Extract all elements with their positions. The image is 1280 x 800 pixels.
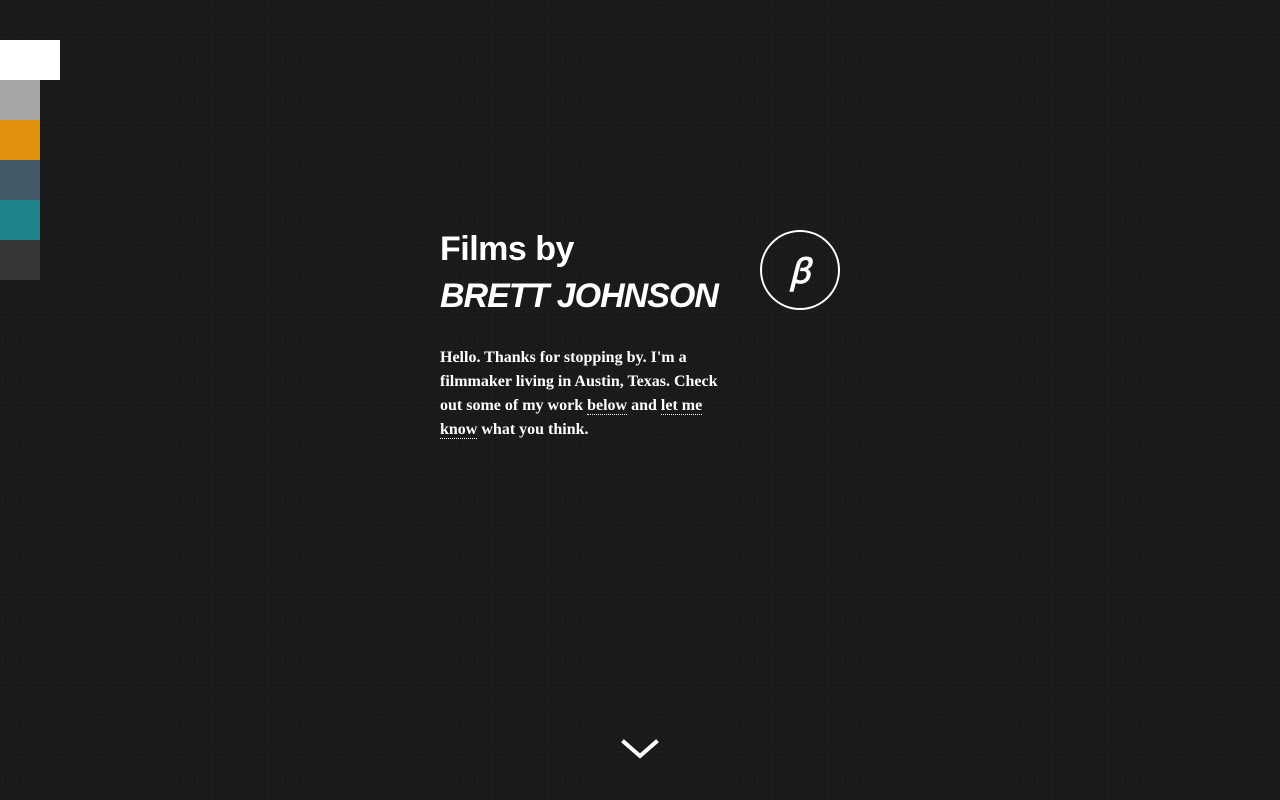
title-name: BRETT JOHNSON [440, 277, 719, 315]
page-title: Films by BRETT JOHNSON [440, 226, 740, 320]
color-swatches [0, 40, 60, 280]
logo-monogram[interactable]: ꞵ [760, 230, 840, 310]
swatch-slate[interactable] [0, 160, 40, 200]
swatch-gray[interactable] [0, 80, 40, 120]
bio-text: Hello. Thanks for stopping by. I'm a fil… [440, 346, 735, 442]
swatch-orange[interactable] [0, 120, 40, 160]
swatch-white[interactable] [0, 40, 60, 80]
intro-section: Films by BRETT JOHNSON Hello. Thanks for… [440, 226, 740, 442]
swatch-teal[interactable] [0, 200, 40, 240]
monogram-glyph: ꞵ [789, 254, 811, 291]
swatch-dark-gray[interactable] [0, 240, 40, 280]
bio-text-middle: and [627, 397, 661, 414]
below-link[interactable]: below [587, 397, 628, 415]
bio-text-end: what you think. [477, 421, 589, 438]
title-films-by: Films by [440, 230, 574, 268]
chevron-down-icon [621, 739, 659, 759]
scroll-down-button[interactable] [620, 736, 660, 764]
